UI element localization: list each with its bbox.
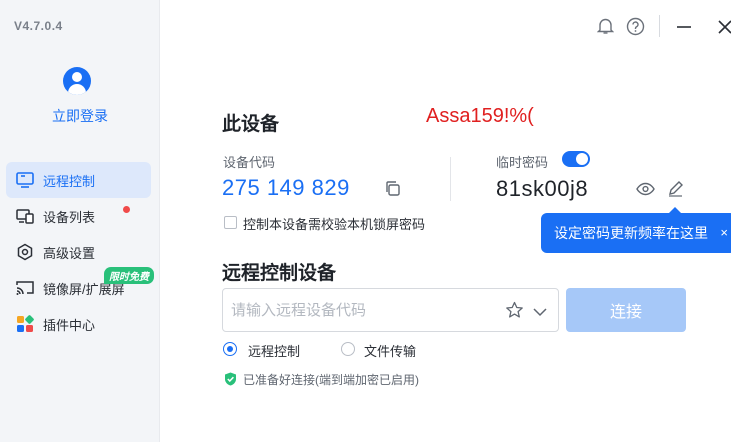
mode-remote-control-label: 远程控制	[248, 344, 301, 359]
sidebar-item-advanced-settings[interactable]: 高级设置	[6, 234, 151, 270]
copy-icon[interactable]	[384, 180, 401, 202]
notification-dot	[123, 206, 130, 213]
device-divider	[450, 157, 451, 201]
remote-control-title: 远程控制设备	[222, 263, 337, 284]
tooltip-text: 设定密码更新频率在这里	[554, 225, 708, 241]
star-icon[interactable]	[505, 301, 524, 324]
cast-screen-icon	[15, 278, 35, 298]
bell-icon[interactable]	[596, 17, 615, 40]
help-icon[interactable]	[626, 17, 645, 41]
close-icon[interactable]	[717, 19, 731, 40]
plugin-grid-icon	[15, 314, 35, 334]
sidebar-item-label: 高级设置	[43, 245, 96, 261]
devices-icon	[15, 206, 35, 226]
settings-hexagon-icon	[15, 242, 35, 262]
temp-password-label: 临时密码	[496, 155, 549, 170]
device-code-label: 设备代码	[223, 155, 276, 170]
password-frequency-tooltip: 设定密码更新频率在这里 ×	[541, 207, 731, 253]
lock-screen-checkbox-label: 控制本设备需校验本机锁屏密码	[243, 217, 426, 232]
remote-code-box	[222, 288, 559, 332]
device-code: 275 149 829	[222, 175, 350, 200]
mode-file-transfer-radio[interactable]	[341, 342, 355, 356]
sidebar-item-plugin-center[interactable]: 插件中心	[6, 306, 151, 342]
sidebar-item-device-list[interactable]: 设备列表	[6, 198, 151, 234]
sidebar: V4.7.0.4 立即登录 远程控制 设备列表 高级设置 镜像屏/扩展屏 限时免…	[0, 0, 160, 442]
connect-button[interactable]: 连接	[566, 288, 686, 332]
sidebar-item-label: 远程控制	[43, 173, 96, 189]
sidebar-item-remote-control[interactable]: 远程控制	[6, 162, 151, 198]
header-divider	[659, 15, 660, 37]
limited-free-badge: 限时免费	[104, 267, 154, 284]
temp-password: 81sk00j8	[496, 176, 589, 201]
login-link[interactable]: 立即登录	[0, 106, 160, 126]
tooltip-close-icon[interactable]: ×	[720, 225, 728, 240]
app-version: V4.7.0.4	[14, 19, 63, 33]
mode-remote-control-radio[interactable]	[223, 342, 237, 356]
tooltip-arrow	[668, 207, 682, 214]
monitor-icon	[15, 170, 35, 190]
avatar-icon[interactable]	[63, 67, 91, 95]
eye-icon[interactable]	[636, 181, 655, 202]
connection-status: 已准备好连接(端到端加密已启用)	[243, 373, 419, 387]
edit-icon[interactable]	[667, 180, 684, 202]
mode-file-transfer-label: 文件传输	[364, 344, 417, 359]
sidebar-item-label: 插件中心	[43, 317, 96, 333]
password-note: Assa159!%(	[426, 105, 534, 127]
minimize-icon[interactable]	[676, 19, 692, 40]
shield-check-icon	[224, 372, 237, 391]
chevron-down-icon[interactable]	[533, 304, 547, 322]
this-device-title: 此设备	[222, 114, 280, 135]
temp-password-toggle[interactable]	[562, 151, 590, 167]
lock-screen-checkbox[interactable]	[224, 216, 237, 229]
remote-code-input[interactable]	[231, 299, 491, 321]
sidebar-item-label: 设备列表	[43, 209, 96, 225]
